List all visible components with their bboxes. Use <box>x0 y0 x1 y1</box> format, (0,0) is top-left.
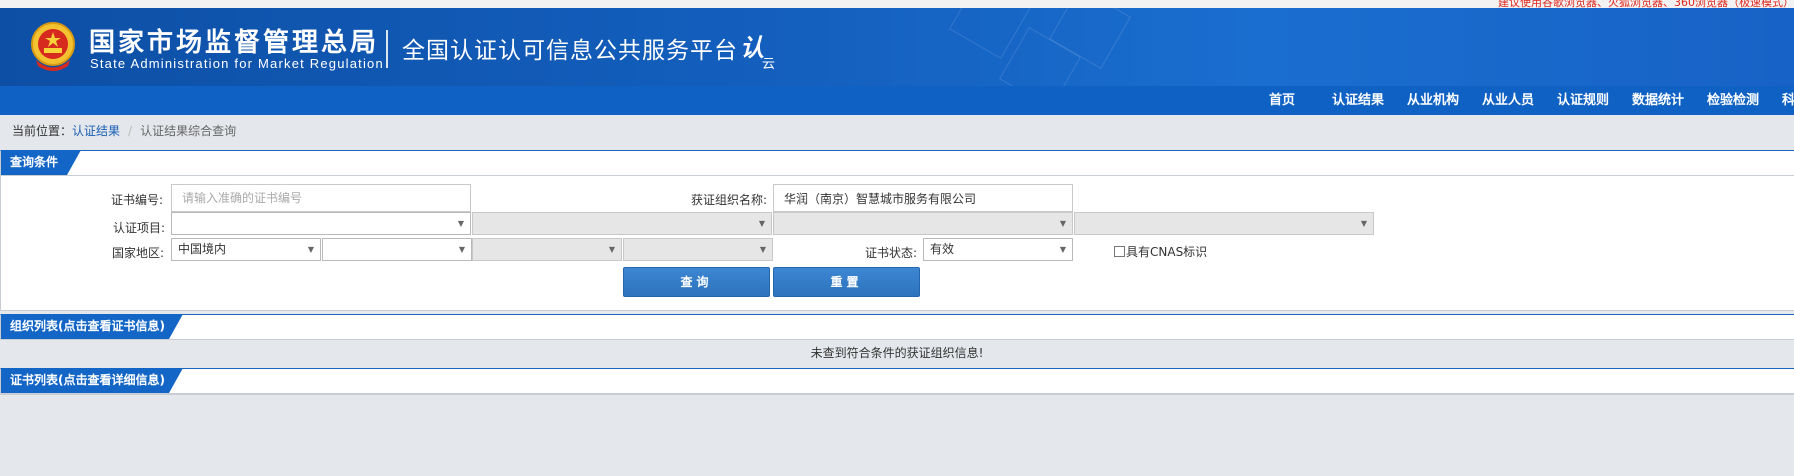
status-label: 证书状态: <box>865 246 918 260</box>
region-label: 国家地区: <box>112 246 165 260</box>
reset-button[interactable]: 重置 <box>773 267 920 297</box>
logo-small-glyph: 云 <box>762 57 776 72</box>
chevron-down-icon: ▼ <box>457 219 464 228</box>
search-button[interactable]: 查询 <box>623 267 770 297</box>
query-panel: 查询条件 证书编号: 获证组织名称: 认证项目: ▼ ▼ ▼ ▼ 国家地区: 中… <box>0 150 1794 311</box>
chevron-down-icon: ▼ <box>1059 245 1066 254</box>
breadcrumb-link-cert-results[interactable]: 认证结果 <box>72 124 120 138</box>
chevron-down-icon: ▼ <box>458 245 465 254</box>
nav-home[interactable]: 首页 <box>1269 86 1295 115</box>
cert-no-input[interactable] <box>171 184 471 212</box>
cert-list-header: 证书列表(点击查看详细信息) <box>1 369 1794 394</box>
org-name-input[interactable] <box>773 184 1073 212</box>
chevron-down-icon: ▼ <box>758 219 765 228</box>
project-label: 认证项目: <box>113 221 166 235</box>
nav-personnel[interactable]: 从业人员 <box>1482 86 1534 115</box>
project-select-1[interactable]: ▼ <box>171 212 471 235</box>
project-select-4[interactable]: ▼ <box>1074 212 1374 235</box>
region-select-city[interactable]: ▼ <box>472 238 622 261</box>
site-header: 国家市场监督管理总局 State Administration for Mark… <box>0 8 1794 86</box>
cnas-label: 具有CNAS标识 <box>1126 245 1208 259</box>
top-notice-bar: 建议使用谷歌浏览器、火狐浏览器、360浏览器（极速模式） <box>0 0 1794 8</box>
project-select-3[interactable]: ▼ <box>773 212 1073 235</box>
breadcrumb: 当前位置：认证结果 / 认证结果综合查询 <box>0 115 1794 148</box>
breadcrumb-separator: / <box>128 124 133 138</box>
query-form: 证书编号: 获证组织名称: 认证项目: ▼ ▼ ▼ ▼ 国家地区: 中国境内▼ … <box>1 176 1794 310</box>
chevron-down-icon: ▼ <box>307 245 314 254</box>
region-select-district[interactable]: ▼ <box>623 238 773 261</box>
org-name-label: 获证组织名称: <box>691 193 768 207</box>
project-select-2[interactable]: ▼ <box>472 212 772 235</box>
agency-title-en: State Administration for Market Regulati… <box>90 56 384 71</box>
logo-big-glyph: 认 <box>740 33 764 62</box>
nav-cert-rules[interactable]: 认证规则 <box>1557 86 1609 115</box>
cnas-checkbox[interactable]: 具有CNAS标识 <box>1114 243 1207 260</box>
chevron-down-icon: ▼ <box>1059 219 1066 228</box>
org-list-empty-message: 未查到符合条件的获证组织信息! <box>810 346 984 360</box>
nav-inspection[interactable]: 检验检测 <box>1707 86 1759 115</box>
checkbox-box[interactable] <box>1114 246 1125 257</box>
main-nav: 首页 认证结果 从业机构 从业人员 认证规则 数据统计 检验检测 科 <box>0 86 1794 115</box>
org-list-title: 组织列表(点击查看证书信息) <box>1 314 183 339</box>
query-panel-title: 查询条件 <box>1 150 81 175</box>
region-select-province[interactable]: ▼ <box>322 238 472 261</box>
nav-more[interactable]: 科 <box>1782 86 1794 115</box>
chevron-down-icon: ▼ <box>608 245 615 254</box>
region-select-country[interactable]: 中国境内 ▼ <box>171 238 321 261</box>
header-divider <box>386 30 388 68</box>
status-select[interactable]: 有效 ▼ <box>923 238 1073 261</box>
cert-list-panel: 证书列表(点击查看详细信息) <box>0 368 1794 395</box>
agency-title-cn: 国家市场监督管理总局 <box>89 28 380 58</box>
nav-institutions[interactable]: 从业机构 <box>1407 86 1459 115</box>
platform-title: 全国认证认可信息公共服务平台 <box>402 38 738 64</box>
nav-cert-results[interactable]: 认证结果 <box>1332 86 1384 115</box>
breadcrumb-current: 认证结果综合查询 <box>140 124 237 138</box>
status-select-value: 有效 <box>930 242 955 256</box>
national-emblem-icon <box>28 20 78 75</box>
query-panel-header: 查询条件 <box>1 151 1794 176</box>
chevron-down-icon: ▼ <box>1360 219 1367 228</box>
cert-list-title: 证书列表(点击查看详细信息) <box>1 368 183 393</box>
org-list-panel: 组织列表(点击查看证书信息) <box>0 314 1794 340</box>
cert-no-label: 证书编号: <box>111 193 164 207</box>
browser-notice: 建议使用谷歌浏览器、火狐浏览器、360浏览器（极速模式） <box>1498 0 1794 8</box>
region-select-value: 中国境内 <box>178 242 227 256</box>
nav-statistics[interactable]: 数据统计 <box>1632 86 1684 115</box>
chevron-down-icon: ▼ <box>759 245 766 254</box>
breadcrumb-prefix: 当前位置： <box>12 124 73 138</box>
org-list-header: 组织列表(点击查看证书信息) <box>1 315 1794 340</box>
platform-logo: 认云 <box>740 28 777 72</box>
